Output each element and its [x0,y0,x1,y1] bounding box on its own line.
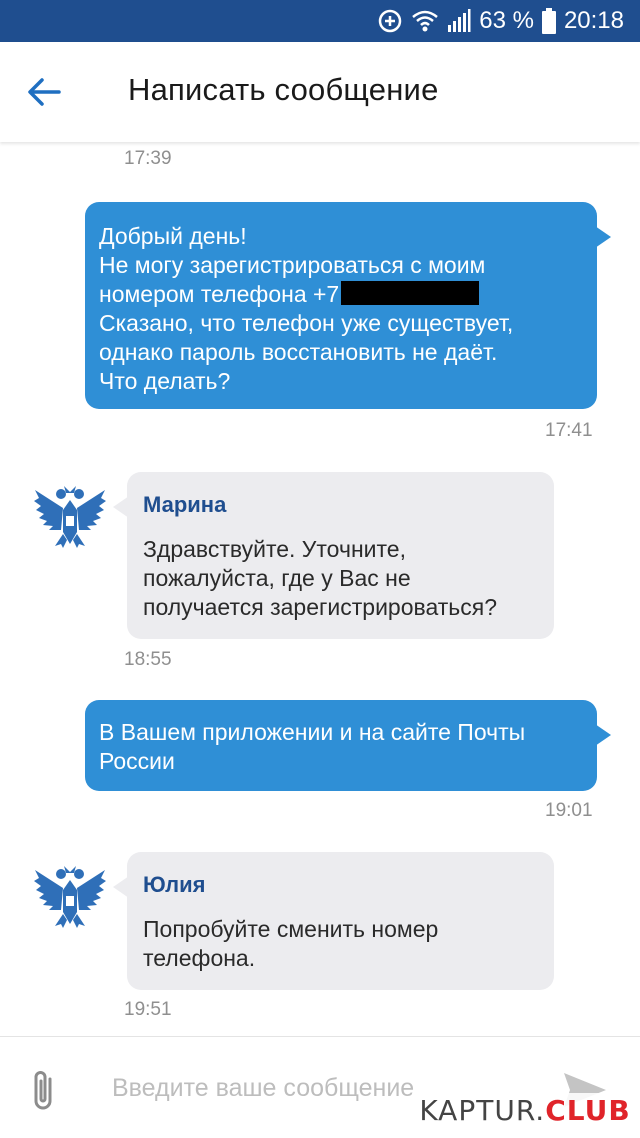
double-headed-eagle-icon [34,486,106,548]
message-timestamp: 18:55 [124,649,172,670]
redaction-bar [341,281,480,305]
watermark: KAPTUR.CLUB [412,1093,638,1129]
page-title: Написать сообщение [128,72,439,107]
message-list[interactable]: 17:39 Добрый день! Не могу зарегистриров… [0,142,640,1036]
message-line-text: номером телефона +7 [99,281,340,307]
avatar [33,864,107,930]
message-line: номером телефона +7 [99,280,583,309]
watermark-text-accent: CLUB [545,1094,631,1127]
message-line: однако пароль восстановить не даёт. [99,339,498,365]
sender-name: Марина [143,492,227,517]
message-line: В Вашем приложении и на сайте Почты [99,719,526,745]
signal-icon [447,9,471,33]
attach-button[interactable] [24,1067,64,1113]
app-bar: Написать сообщение [0,42,640,142]
battery-percent: 63 % [479,7,534,34]
message-line: Добрый день! [99,223,247,249]
avatar [33,484,107,550]
outgoing-message[interactable]: В Вашем приложении и на сайте Почты Росс… [85,700,611,791]
message-line: телефона. [143,945,256,971]
message-timestamp: 19:01 [545,800,593,821]
message-line: России [99,748,175,774]
sender-name: Юлия [143,872,206,897]
battery-icon [541,8,556,34]
incoming-message[interactable]: Марина Здравствуйте. Уточните, пожалуйст… [113,472,554,639]
wifi-icon [411,8,439,34]
message-line: Не могу зарегистрироваться с моим [99,252,486,278]
back-button[interactable] [18,66,70,118]
status-bar: 63 % 20:18 [0,0,640,42]
message-line: получается зарегистрироваться? [143,594,498,620]
message-line: пожалуйста, где у Вас не [143,565,411,591]
message-line: Что делать? [99,368,231,394]
double-headed-eagle-icon [34,866,106,928]
message-line: Здравствуйте. Уточните, [143,536,406,562]
paperclip-icon [34,1071,52,1110]
arrow-left-icon [28,78,61,106]
watermark-text: KAPTUR. [419,1094,546,1127]
incoming-message[interactable]: Юлия Попробуйте сменить номер телефона. [113,852,554,990]
message-line: Сказано, что телефон уже существует, [99,310,514,336]
message-timestamp: 19:51 [124,999,172,1020]
data-saver-icon [377,8,403,34]
status-icons: 63 % 20:18 [377,0,624,42]
message-line: Попробуйте сменить номер [143,916,439,942]
status-time: 20:18 [563,7,624,34]
message-timestamp: 17:41 [545,420,593,441]
message-timestamp: 17:39 [124,148,172,169]
outgoing-message[interactable]: Добрый день! Не могу зарегистрироваться … [85,202,611,409]
